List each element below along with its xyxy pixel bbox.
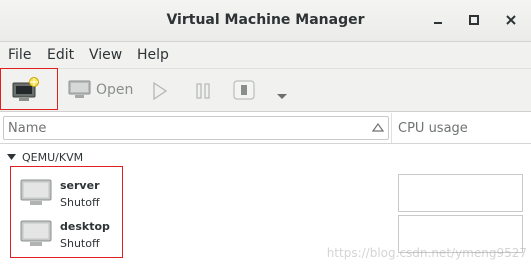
vm-name: server [60,179,100,192]
sort-ascending-icon [372,122,384,132]
open-button[interactable]: Open [68,79,138,103]
vm-status: Shutoff [60,237,100,250]
column-name-label: Name [8,121,47,136]
connection-row[interactable]: QEMU/KVM [0,148,531,168]
pause-button[interactable] [195,82,211,104]
vm-name: desktop [60,220,110,233]
pause-icon [196,83,210,99]
menu-file[interactable]: File [8,47,31,63]
cpu-usage-graph [398,174,523,212]
shutdown-button[interactable] [233,80,255,104]
column-header-name[interactable]: Name [3,116,389,140]
vm-monitor-icon [20,179,52,205]
monitor-icon [68,80,91,98]
run-button[interactable] [152,81,168,104]
toolbar: Open [0,69,531,112]
new-vm-icon [12,77,39,101]
play-icon [153,81,168,101]
vm-status: Shutoff [60,196,100,209]
minimize-icon[interactable] [428,11,448,29]
menu-view[interactable]: View [89,47,122,63]
column-divider [391,113,392,143]
chevron-down-icon [277,94,287,99]
column-header-row: Name CPU usage [0,113,531,144]
menu-help[interactable]: Help [137,47,169,63]
shutdown-menu-button[interactable] [276,86,288,105]
open-label: Open [96,82,134,98]
close-icon[interactable] [501,11,521,29]
new-vm-button[interactable] [12,77,40,107]
connection-label: QEMU/KVM [22,151,84,164]
menu-edit[interactable]: Edit [47,47,74,63]
expander-down-icon[interactable] [7,154,16,161]
menu-bar: File Edit View Help [0,42,531,69]
title-bar: Virtual Machine Manager [0,0,531,42]
shutdown-icon [233,80,255,100]
maximize-icon[interactable] [464,11,484,29]
window-title: Virtual Machine Manager [166,12,365,28]
vm-monitor-icon [20,220,52,246]
watermark-text: https://blog.csdn.net/ymeng9527 [326,246,527,260]
column-cpu-label[interactable]: CPU usage [398,121,468,136]
